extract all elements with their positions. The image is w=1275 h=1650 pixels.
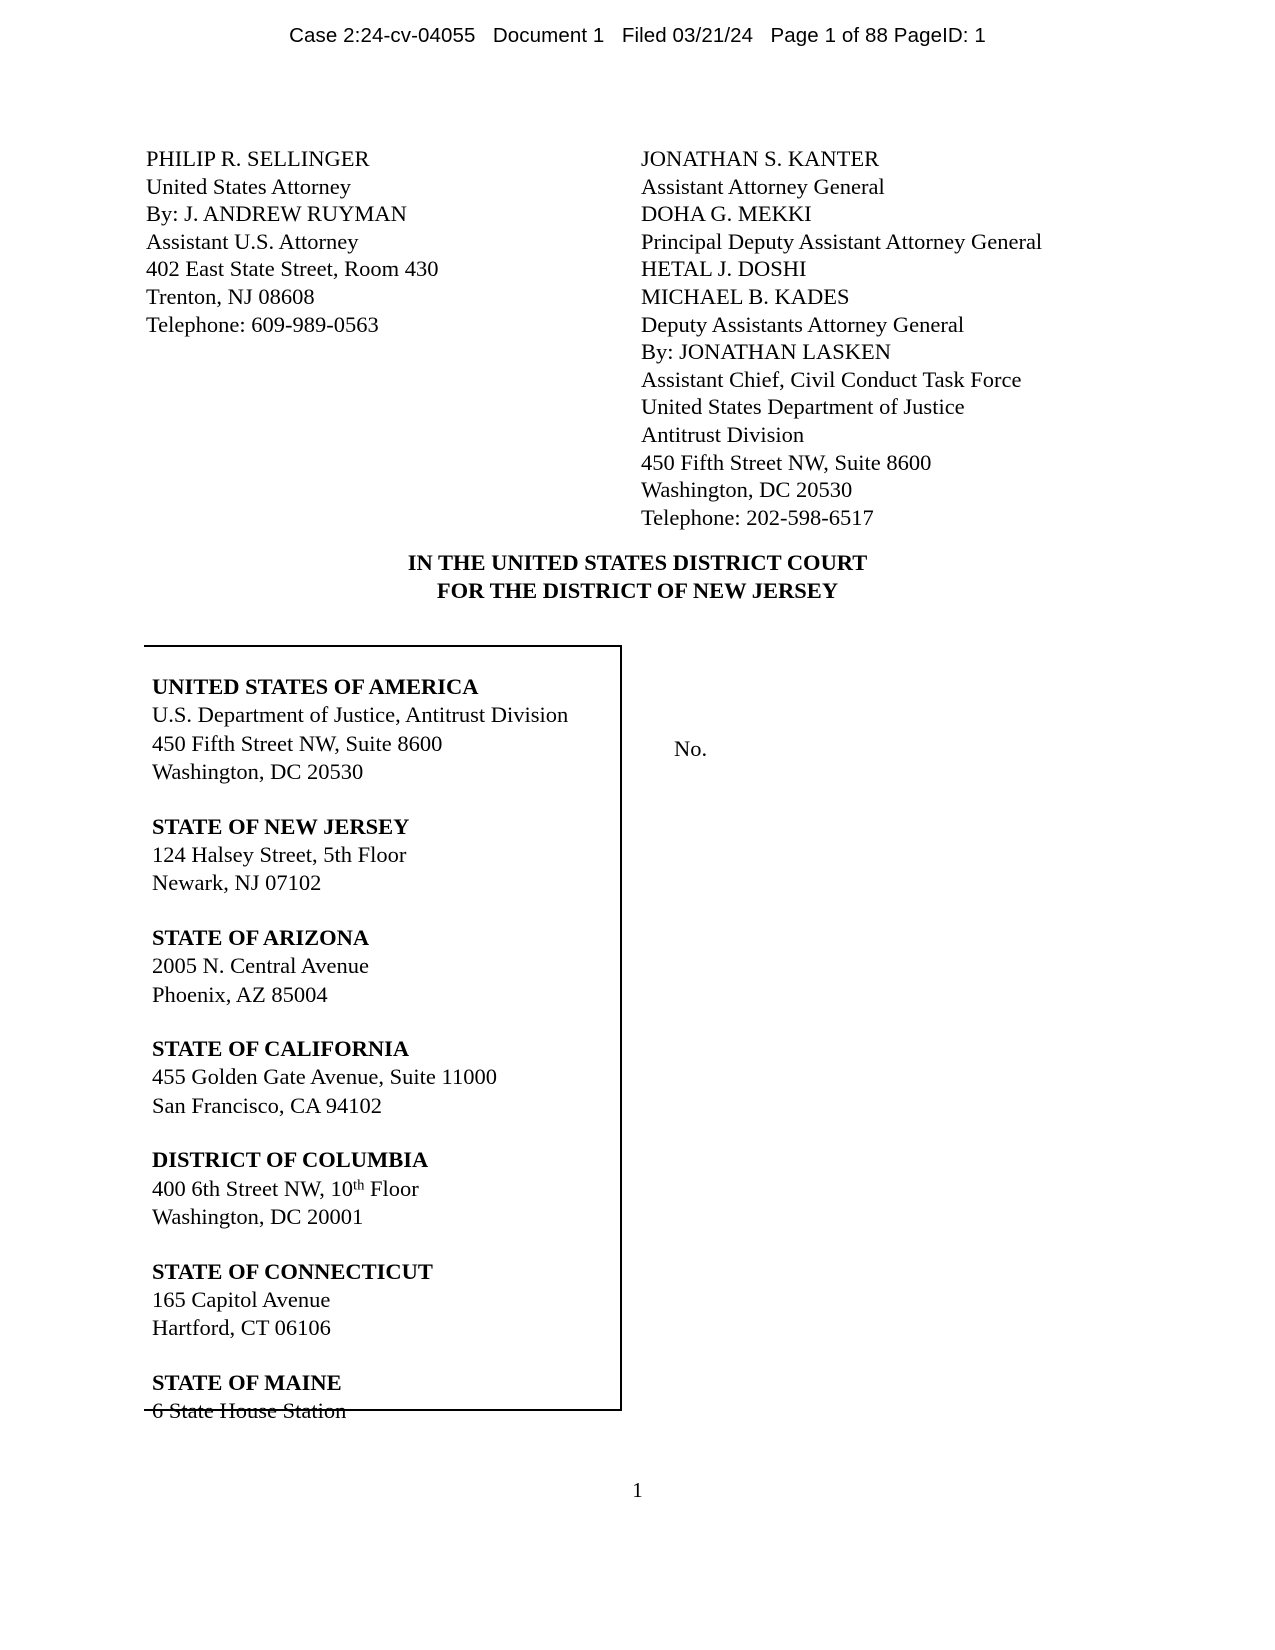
- plaintiff-entry: UNITED STATES OF AMERICA U.S. Department …: [152, 673, 622, 787]
- counsel-left-line-4: Assistant U.S. Attorney: [146, 228, 359, 254]
- document-page: Case 2:24-cv-04055 Document 1 Filed 03/2…: [0, 0, 1275, 1650]
- counsel-right-line-12: 450 Fifth Street NW, Suite 8600: [641, 449, 932, 475]
- plaintiff-name: DISTRICT OF COLUMBIA: [152, 1147, 429, 1173]
- counsel-right-line-8: By: JONATHAN LASKEN: [641, 339, 892, 365]
- plaintiff-address-line: Phoenix, AZ 85004: [152, 981, 328, 1007]
- court-title: IN THE UNITED STATES DISTRICT COURT FOR …: [0, 549, 1275, 604]
- counsel-right-line-9: Assistant Chief, Civil Conduct Task Forc…: [641, 366, 1022, 392]
- plaintiff-address-line: 455 Golden Gate Avenue, Suite 11000: [152, 1064, 497, 1090]
- plaintiff-entry: STATE OF MAINE 6 State House Station: [152, 1369, 622, 1426]
- counsel-left-line-6: Trenton, NJ 08608: [146, 283, 315, 309]
- plaintiff-entry: STATE OF CONNECTICUT 165 Capitol Avenue Ha…: [152, 1258, 622, 1343]
- plaintiff-address-line: Newark, NJ 07102: [152, 870, 322, 896]
- plaintiff-name: STATE OF CONNECTICUT: [152, 1258, 433, 1284]
- counsel-right-line-4: Principal Deputy Assistant Attorney Gene…: [641, 228, 1043, 254]
- plaintiff-address-line: 2005 N. Central Avenue: [152, 953, 370, 979]
- counsel-right-line-14: Telephone: 202-598-6517: [641, 504, 874, 530]
- counsel-right-line-5: HETAL J. DOSHI: [641, 256, 807, 282]
- page-number: 1: [632, 1478, 643, 1502]
- counsel-right-line-2: Assistant Attorney General: [641, 173, 885, 199]
- plaintiff-address-line: 165 Capitol Avenue: [152, 1286, 331, 1312]
- counsel-left-line-5: 402 East State Street, Room 430: [146, 256, 439, 282]
- counsel-right-line-1: JONATHAN S. KANTER: [641, 146, 880, 171]
- court-title-line-1: IN THE UNITED STATES DISTRICT COURT: [407, 550, 868, 575]
- counsel-left-line-1: PHILIP R. SELLINGER: [146, 146, 370, 171]
- ecf-case-stamp: Case 2:24-cv-04055 Document 1 Filed 03/2…: [289, 24, 986, 47]
- plaintiff-address-line: Washington, DC 20001: [152, 1204, 364, 1230]
- plaintiffs-list: UNITED STATES OF AMERICA U.S. Department …: [152, 673, 622, 1426]
- plaintiff-address-line: San Francisco, CA 94102: [152, 1092, 382, 1118]
- case-caption: UNITED STATES OF AMERICA U.S. Department …: [144, 645, 1134, 1430]
- plaintiff-name: STATE OF MAINE: [152, 1369, 342, 1395]
- counsel-right-line-6: MICHAEL B. KADES: [641, 283, 850, 309]
- counsel-left-line-7: Telephone: 609-989-0563: [146, 311, 379, 337]
- counsel-right-line-11: Antitrust Division: [641, 421, 805, 447]
- counsel-left-line-2: United States Attorney: [146, 173, 351, 199]
- counsel-block-usao: PHILIP R. SELLINGER United States Attorne…: [146, 145, 438, 338]
- plaintiff-name: UNITED STATES OF AMERICA: [152, 674, 479, 699]
- plaintiff-address-line: 450 Fifth Street NW, Suite 8600: [152, 730, 443, 756]
- plaintiff-name: STATE OF NEW JERSEY: [152, 813, 410, 839]
- counsel-block-doj-antitrust: JONATHAN S. KANTER Assistant Attorney Gen…: [641, 145, 1042, 531]
- court-title-line-2: FOR THE DISTRICT OF NEW JERSEY: [436, 577, 839, 603]
- case-number-label: No.: [674, 736, 708, 761]
- plaintiff-address-line: U.S. Department of Justice, Antitrust Di…: [152, 702, 569, 728]
- plaintiff-address-line: 400 6th Street NW, 10th Floor: [152, 1175, 419, 1201]
- plaintiff-name: STATE OF CALIFORNIA: [152, 1036, 410, 1062]
- counsel-right-line-7: Deputy Assistants Attorney General: [641, 311, 965, 337]
- plaintiff-address-line: 124 Halsey Street, 5th Floor: [152, 842, 407, 868]
- plaintiff-entry: STATE OF NEW JERSEY 124 Halsey Street, 5t…: [152, 813, 622, 898]
- plaintiff-entry: DISTRICT OF COLUMBIA 400 6th Street NW, 1…: [152, 1146, 622, 1231]
- plaintiff-address-line: 6 State House Station: [152, 1398, 347, 1424]
- plaintiff-address-line: Hartford, CT 06106: [152, 1315, 331, 1341]
- counsel-right-line-10: United States Department of Justice: [641, 394, 965, 420]
- counsel-left-line-3: By: J. ANDREW RUYMAN: [146, 201, 407, 227]
- counsel-right-line-3: DOHA G. MEKKI: [641, 201, 812, 227]
- counsel-right-line-13: Washington, DC 20530: [641, 477, 853, 503]
- plaintiff-entry: STATE OF ARIZONA 2005 N. Central Avenue Ph…: [152, 924, 622, 1009]
- plaintiff-name: STATE OF ARIZONA: [152, 924, 370, 950]
- plaintiff-entry: STATE OF CALIFORNIA 455 Golden Gate Avenu…: [152, 1035, 622, 1120]
- plaintiff-address-line: Washington, DC 20530: [152, 759, 364, 785]
